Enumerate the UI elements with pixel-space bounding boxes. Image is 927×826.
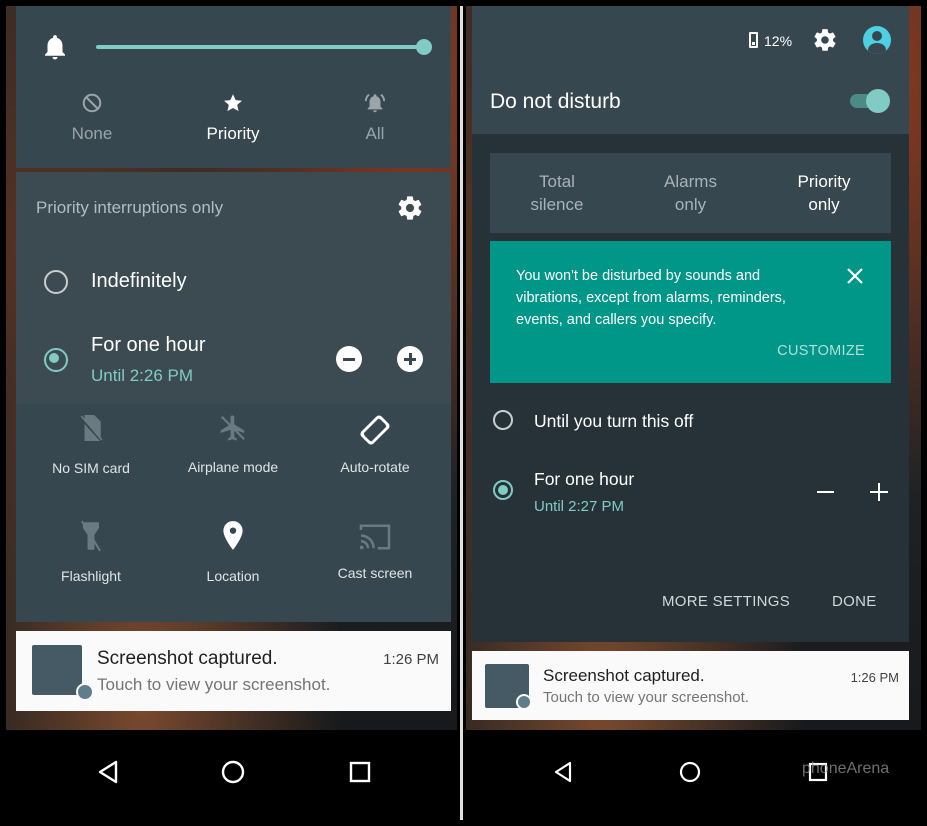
notification-thumbnail — [32, 645, 82, 695]
tile-flashlight[interactable]: Flashlight — [31, 512, 151, 592]
option-one-hour-subtitle: Until 2:26 PM — [91, 366, 194, 385]
priority-header: Priority interruptions only — [36, 198, 224, 217]
option-until-off-label: Until you turn this off — [534, 411, 694, 431]
no-sim-icon — [79, 415, 103, 442]
cast-icon — [359, 524, 391, 550]
tile-cast-label: Cast screen — [337, 565, 413, 581]
notification-time: 1:26 PM — [383, 651, 439, 668]
option-one-hour-title: For one hour — [534, 469, 635, 489]
tab-total-silence-line2: silence — [530, 194, 584, 214]
nav-bar: phoneArena — [466, 730, 921, 820]
nav-bar — [6, 730, 457, 820]
volume-panel: None Priority All — [16, 6, 451, 168]
priority-info-text: You won't be disturbed by sounds and vib… — [516, 268, 786, 328]
dnd-toggle[interactable] — [850, 89, 890, 113]
done-button[interactable]: DONE — [832, 593, 877, 610]
back-icon[interactable] — [544, 752, 584, 792]
volume-slider-thumb[interactable] — [416, 39, 432, 55]
bell-all-icon — [364, 94, 386, 113]
battery-icon — [749, 32, 758, 48]
airplane-icon — [220, 415, 246, 441]
settings-icon[interactable] — [812, 27, 838, 58]
notification-title: Screenshot captured. — [543, 666, 705, 685]
priority-info-card: You won't be disturbed by sounds and vib… — [490, 241, 891, 383]
location-icon — [223, 521, 243, 550]
mode-priority[interactable]: Priority — [183, 88, 283, 148]
tile-airplane-label: Airplane mode — [187, 459, 279, 475]
watermark: phoneArena — [802, 760, 890, 777]
left-screen: None Priority All Priority interruptions… — [6, 6, 457, 820]
tab-priority-only-line1: Priority — [797, 171, 851, 191]
right-screen: 12% Do not disturb Total silence Alarms … — [466, 6, 921, 820]
minus-icon[interactable] — [817, 491, 834, 493]
tile-airplane[interactable]: Airplane mode — [173, 404, 293, 484]
screenshot-notification[interactable]: Screenshot captured. Touch to view your … — [16, 631, 451, 711]
option-one-hour[interactable]: For one hour Until 2:26 PM — [16, 322, 451, 392]
notification-time: 1:26 PM — [850, 670, 899, 685]
tile-no-sim-label: No SIM card — [52, 460, 130, 476]
customize-button[interactable]: CUSTOMIZE — [777, 343, 865, 359]
quick-settings: No SIM card Airplane mode Auto-rotate Fl… — [16, 404, 451, 622]
notification-text: Touch to view your screenshot. — [543, 689, 749, 706]
plus-icon[interactable] — [397, 346, 423, 372]
user-avatar-icon[interactable] — [863, 26, 891, 54]
dnd-title: Do not disturb — [490, 90, 621, 113]
tab-priority-only[interactable]: Priority only — [757, 153, 891, 233]
tab-total-silence[interactable]: Total silence — [490, 153, 624, 233]
radio-one-hour[interactable] — [44, 348, 68, 372]
option-one-hour-subtitle: Until 2:27 PM — [534, 498, 625, 515]
radio-until-off[interactable] — [493, 410, 513, 430]
image-icon — [516, 694, 532, 710]
notification-title: Screenshot captured. — [97, 648, 278, 669]
tab-total-silence-line1: Total — [539, 171, 575, 191]
image-icon — [76, 683, 94, 701]
home-icon[interactable] — [670, 752, 710, 792]
screen-divider — [460, 6, 463, 820]
tile-location[interactable]: Location — [173, 512, 293, 592]
tile-cast[interactable]: Cast screen — [315, 512, 435, 592]
close-icon[interactable] — [846, 267, 864, 290]
mode-all[interactable]: All — [325, 88, 425, 148]
option-until-off[interactable]: Until you turn this off — [472, 398, 909, 444]
dnd-body: Total silence Alarms only Priority only … — [472, 134, 909, 642]
auto-rotate-icon — [360, 415, 390, 445]
tile-auto-rotate-label: Auto-rotate — [340, 459, 410, 475]
tab-alarms-only[interactable]: Alarms only — [624, 153, 757, 233]
recents-icon[interactable] — [340, 752, 380, 792]
back-icon[interactable] — [88, 752, 128, 792]
radio-indefinitely[interactable] — [44, 270, 68, 294]
more-settings-button[interactable]: MORE SETTINGS — [662, 593, 790, 610]
notification-text: Touch to view your screenshot. — [97, 675, 331, 694]
bell-icon — [40, 30, 70, 69]
screenshot-notification[interactable]: Screenshot captured. Touch to view your … — [472, 651, 909, 720]
tile-location-label: Location — [206, 568, 260, 584]
radio-one-hour[interactable] — [493, 480, 513, 500]
volume-slider[interactable] — [96, 39, 432, 55]
tab-alarms-only-line2: only — [674, 194, 707, 214]
battery-percent: 12% — [764, 33, 793, 49]
tab-priority-only-line2: only — [808, 194, 840, 214]
none-icon — [82, 93, 102, 113]
tile-flashlight-label: Flashlight — [61, 568, 121, 584]
mode-all-label: All — [365, 124, 385, 143]
star-icon — [224, 94, 242, 112]
mode-none[interactable]: None — [42, 88, 142, 148]
minus-icon[interactable] — [336, 346, 362, 372]
plus-icon[interactable] — [870, 483, 888, 501]
home-icon[interactable] — [213, 752, 253, 792]
tile-auto-rotate[interactable]: Auto-rotate — [315, 404, 435, 484]
mode-none-label: None — [71, 124, 113, 143]
option-one-hour[interactable]: For one hour Until 2:27 PM — [472, 456, 909, 520]
tab-alarms-only-line1: Alarms — [664, 171, 717, 191]
settings-gear-icon[interactable] — [396, 194, 424, 227]
option-indefinitely[interactable]: Indefinitely — [16, 256, 451, 304]
priority-panel: Priority interruptions only Indefinitely… — [16, 172, 451, 404]
mode-priority-label: Priority — [206, 124, 260, 143]
tile-no-sim[interactable]: No SIM card — [31, 404, 151, 484]
option-indefinitely-label: Indefinitely — [91, 270, 187, 292]
mode-tabs: Total silence Alarms only Priority only — [490, 153, 891, 233]
option-one-hour-title: For one hour — [91, 334, 206, 356]
dnd-header: 12% Do not disturb — [472, 6, 909, 134]
flashlight-icon — [80, 520, 102, 552]
